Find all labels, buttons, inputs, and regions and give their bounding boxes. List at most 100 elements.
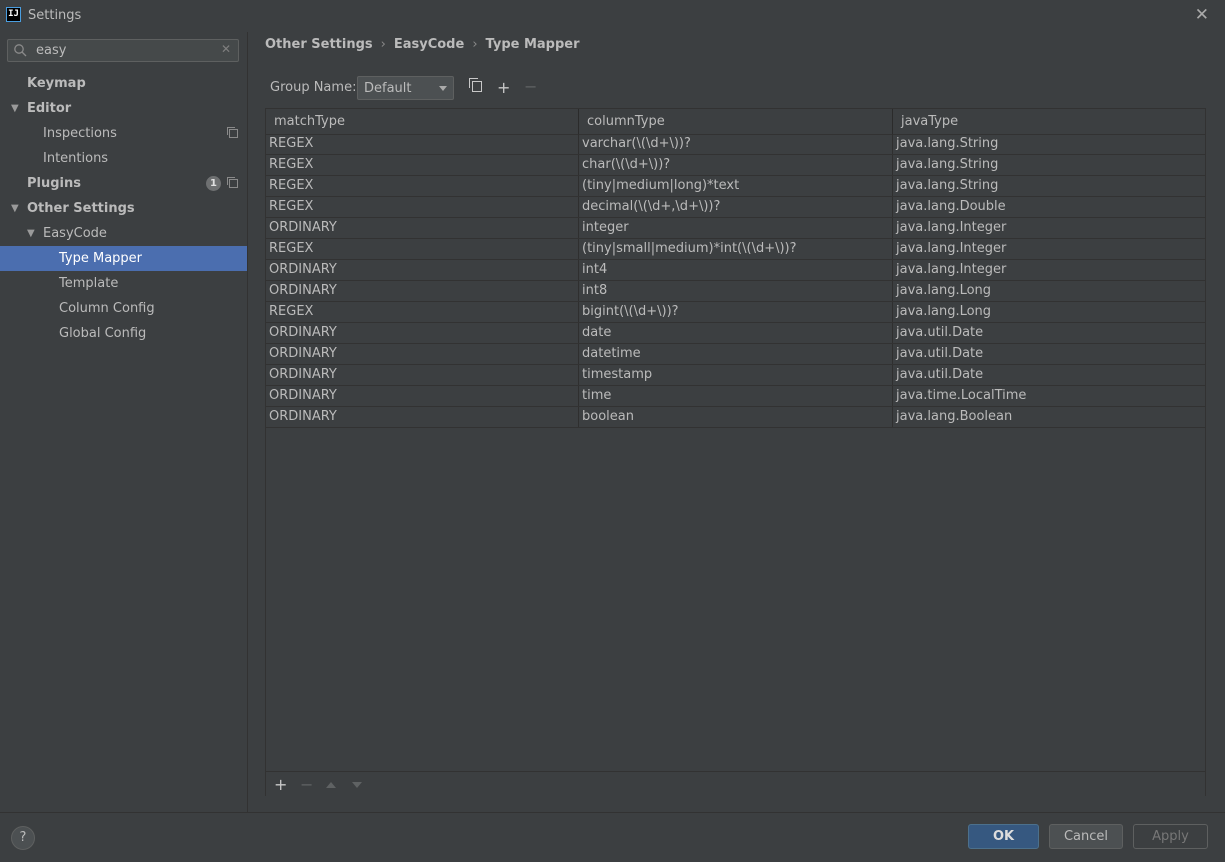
table-cell[interactable]: varchar(\(\d+\))? — [579, 134, 893, 154]
table-cell[interactable]: REGEX — [266, 155, 579, 175]
add-row-icon[interactable]: + — [274, 775, 287, 794]
table-row[interactable]: ORDINARY int4 java.lang.Integer — [266, 260, 1205, 281]
copy-group-icon[interactable] — [469, 78, 482, 92]
table-row[interactable]: ORDINARY boolean java.lang.Boolean — [266, 407, 1205, 428]
table-row[interactable]: ORDINARY int8 java.lang.Long — [266, 281, 1205, 302]
chevron-down-icon[interactable]: ▼ — [11, 196, 19, 221]
sidebar-item-editor[interactable]: ▼ Editor — [0, 96, 247, 121]
table-cell[interactable]: java.util.Date — [893, 344, 1205, 364]
table-cell[interactable]: (tiny|small|medium)*int(\(\d+\))? — [579, 239, 893, 259]
column-header-matchtype[interactable]: matchType — [266, 109, 579, 134]
table-cell[interactable]: java.lang.String — [893, 155, 1205, 175]
settings-sidebar: easy ✕ Keymap ▼ Editor Inspections Inten… — [0, 32, 248, 812]
table-row[interactable]: REGEX (tiny|medium|long)*text java.lang.St… — [266, 176, 1205, 197]
help-button[interactable]: ? — [11, 826, 35, 850]
table-cell[interactable]: java.lang.Integer — [893, 260, 1205, 280]
sidebar-item-inspections[interactable]: Inspections — [0, 121, 247, 146]
window-title: Settings — [28, 8, 82, 23]
table-row[interactable]: REGEX bigint(\(\d+\))? java.lang.Long — [266, 302, 1205, 323]
table-cell[interactable]: java.lang.String — [893, 134, 1205, 154]
sidebar-item-easycode[interactable]: ▼ EasyCode — [0, 221, 247, 246]
sidebar-item-column-config[interactable]: Column Config — [0, 296, 247, 321]
table-cell[interactable]: java.time.LocalTime — [893, 386, 1205, 406]
remove-row-icon[interactable]: − — [300, 775, 313, 794]
remove-group-icon[interactable]: − — [524, 77, 537, 96]
table-cell[interactable]: ORDINARY — [266, 386, 579, 406]
table-cell[interactable]: ORDINARY — [266, 260, 579, 280]
move-up-icon[interactable] — [326, 782, 336, 788]
move-down-icon[interactable] — [352, 782, 362, 788]
table-cell[interactable]: ORDINARY — [266, 281, 579, 301]
table-cell[interactable]: (tiny|medium|long)*text — [579, 176, 893, 196]
table-cell[interactable]: java.lang.String — [893, 176, 1205, 196]
ok-button[interactable]: OK — [968, 824, 1039, 849]
table-cell[interactable]: java.lang.Boolean — [893, 407, 1205, 427]
search-icon — [14, 44, 27, 57]
title-bar: IJ Settings ✕ — [0, 0, 1225, 32]
search-input[interactable]: easy — [36, 43, 66, 58]
table-cell[interactable]: ORDINARY — [266, 218, 579, 238]
table-cell[interactable]: time — [579, 386, 893, 406]
table-cell[interactable]: char(\(\d+\))? — [579, 155, 893, 175]
sidebar-item-template[interactable]: Template — [0, 271, 247, 296]
table-cell[interactable]: java.lang.Integer — [893, 239, 1205, 259]
sidebar-item-global-config[interactable]: Global Config — [0, 321, 247, 346]
table-row[interactable]: ORDINARY time java.time.LocalTime — [266, 386, 1205, 407]
table-cell[interactable]: timestamp — [579, 365, 893, 385]
table-row[interactable]: ORDINARY timestamp java.util.Date — [266, 365, 1205, 386]
table-cell[interactable]: java.lang.Long — [893, 302, 1205, 322]
table-cell[interactable]: bigint(\(\d+\))? — [579, 302, 893, 322]
sidebar-item-keymap[interactable]: Keymap — [0, 71, 247, 96]
sidebar-item-label: Inspections — [43, 126, 117, 141]
group-name-select[interactable]: Default — [357, 76, 454, 100]
table-cell[interactable]: REGEX — [266, 302, 579, 322]
table-cell[interactable]: REGEX — [266, 134, 579, 154]
table-cell[interactable]: integer — [579, 218, 893, 238]
table-row[interactable]: ORDINARY date java.util.Date — [266, 323, 1205, 344]
table-cell[interactable]: int8 — [579, 281, 893, 301]
table-cell[interactable]: date — [579, 323, 893, 343]
table-cell[interactable]: datetime — [579, 344, 893, 364]
table-cell[interactable]: ORDINARY — [266, 365, 579, 385]
table-cell[interactable]: java.util.Date — [893, 323, 1205, 343]
sidebar-item-intentions[interactable]: Intentions — [0, 146, 247, 171]
table-cell[interactable]: boolean — [579, 407, 893, 427]
chevron-down-icon[interactable]: ▼ — [11, 96, 19, 121]
table-row[interactable]: REGEX decimal(\(\d+,\d+\))? java.lang.Doub… — [266, 197, 1205, 218]
table-cell[interactable]: decimal(\(\d+,\d+\))? — [579, 197, 893, 217]
add-group-icon[interactable]: + — [497, 78, 510, 97]
table-header: matchType columnType javaType — [266, 109, 1205, 135]
cancel-button[interactable]: Cancel — [1049, 824, 1123, 849]
table-cell[interactable]: java.util.Date — [893, 365, 1205, 385]
chevron-right-icon: › — [472, 37, 478, 52]
table-row[interactable]: REGEX char(\(\d+\))? java.lang.String — [266, 155, 1205, 176]
sidebar-item-label: Template — [59, 276, 119, 291]
clear-search-icon[interactable]: ✕ — [221, 42, 231, 56]
table-cell[interactable]: ORDINARY — [266, 344, 579, 364]
table-cell[interactable]: java.lang.Long — [893, 281, 1205, 301]
sidebar-item-type-mapper[interactable]: Type Mapper — [0, 246, 247, 271]
table-row[interactable]: REGEX (tiny|small|medium)*int(\(\d+\))? ja… — [266, 239, 1205, 260]
type-mapper-table: matchType columnType javaType REGEX varch… — [265, 108, 1206, 796]
table-cell[interactable]: java.lang.Double — [893, 197, 1205, 217]
table-cell[interactable]: ORDINARY — [266, 323, 579, 343]
table-row[interactable]: ORDINARY integer java.lang.Integer — [266, 218, 1205, 239]
close-icon[interactable]: ✕ — [1195, 5, 1209, 25]
table-cell[interactable]: java.lang.Integer — [893, 218, 1205, 238]
table-cell[interactable]: REGEX — [266, 176, 579, 196]
sidebar-item-other-settings[interactable]: ▼ Other Settings — [0, 196, 247, 221]
table-cell[interactable]: ORDINARY — [266, 407, 579, 427]
chevron-down-icon[interactable]: ▼ — [27, 221, 35, 246]
group-name-label: Group Name: — [270, 80, 357, 95]
table-cell[interactable]: REGEX — [266, 239, 579, 259]
search-field[interactable]: easy ✕ — [7, 39, 239, 62]
column-header-columntype[interactable]: columnType — [579, 109, 893, 134]
table-row[interactable]: ORDINARY datetime java.util.Date — [266, 344, 1205, 365]
table-cell[interactable]: int4 — [579, 260, 893, 280]
table-row[interactable]: REGEX varchar(\(\d+\))? java.lang.String — [266, 134, 1205, 155]
sidebar-item-plugins[interactable]: Plugins 1 — [0, 171, 247, 196]
column-header-javatype[interactable]: javaType — [893, 109, 1205, 134]
table-cell[interactable]: REGEX — [266, 197, 579, 217]
sidebar-item-label: EasyCode — [43, 226, 107, 241]
apply-button[interactable]: Apply — [1133, 824, 1208, 849]
